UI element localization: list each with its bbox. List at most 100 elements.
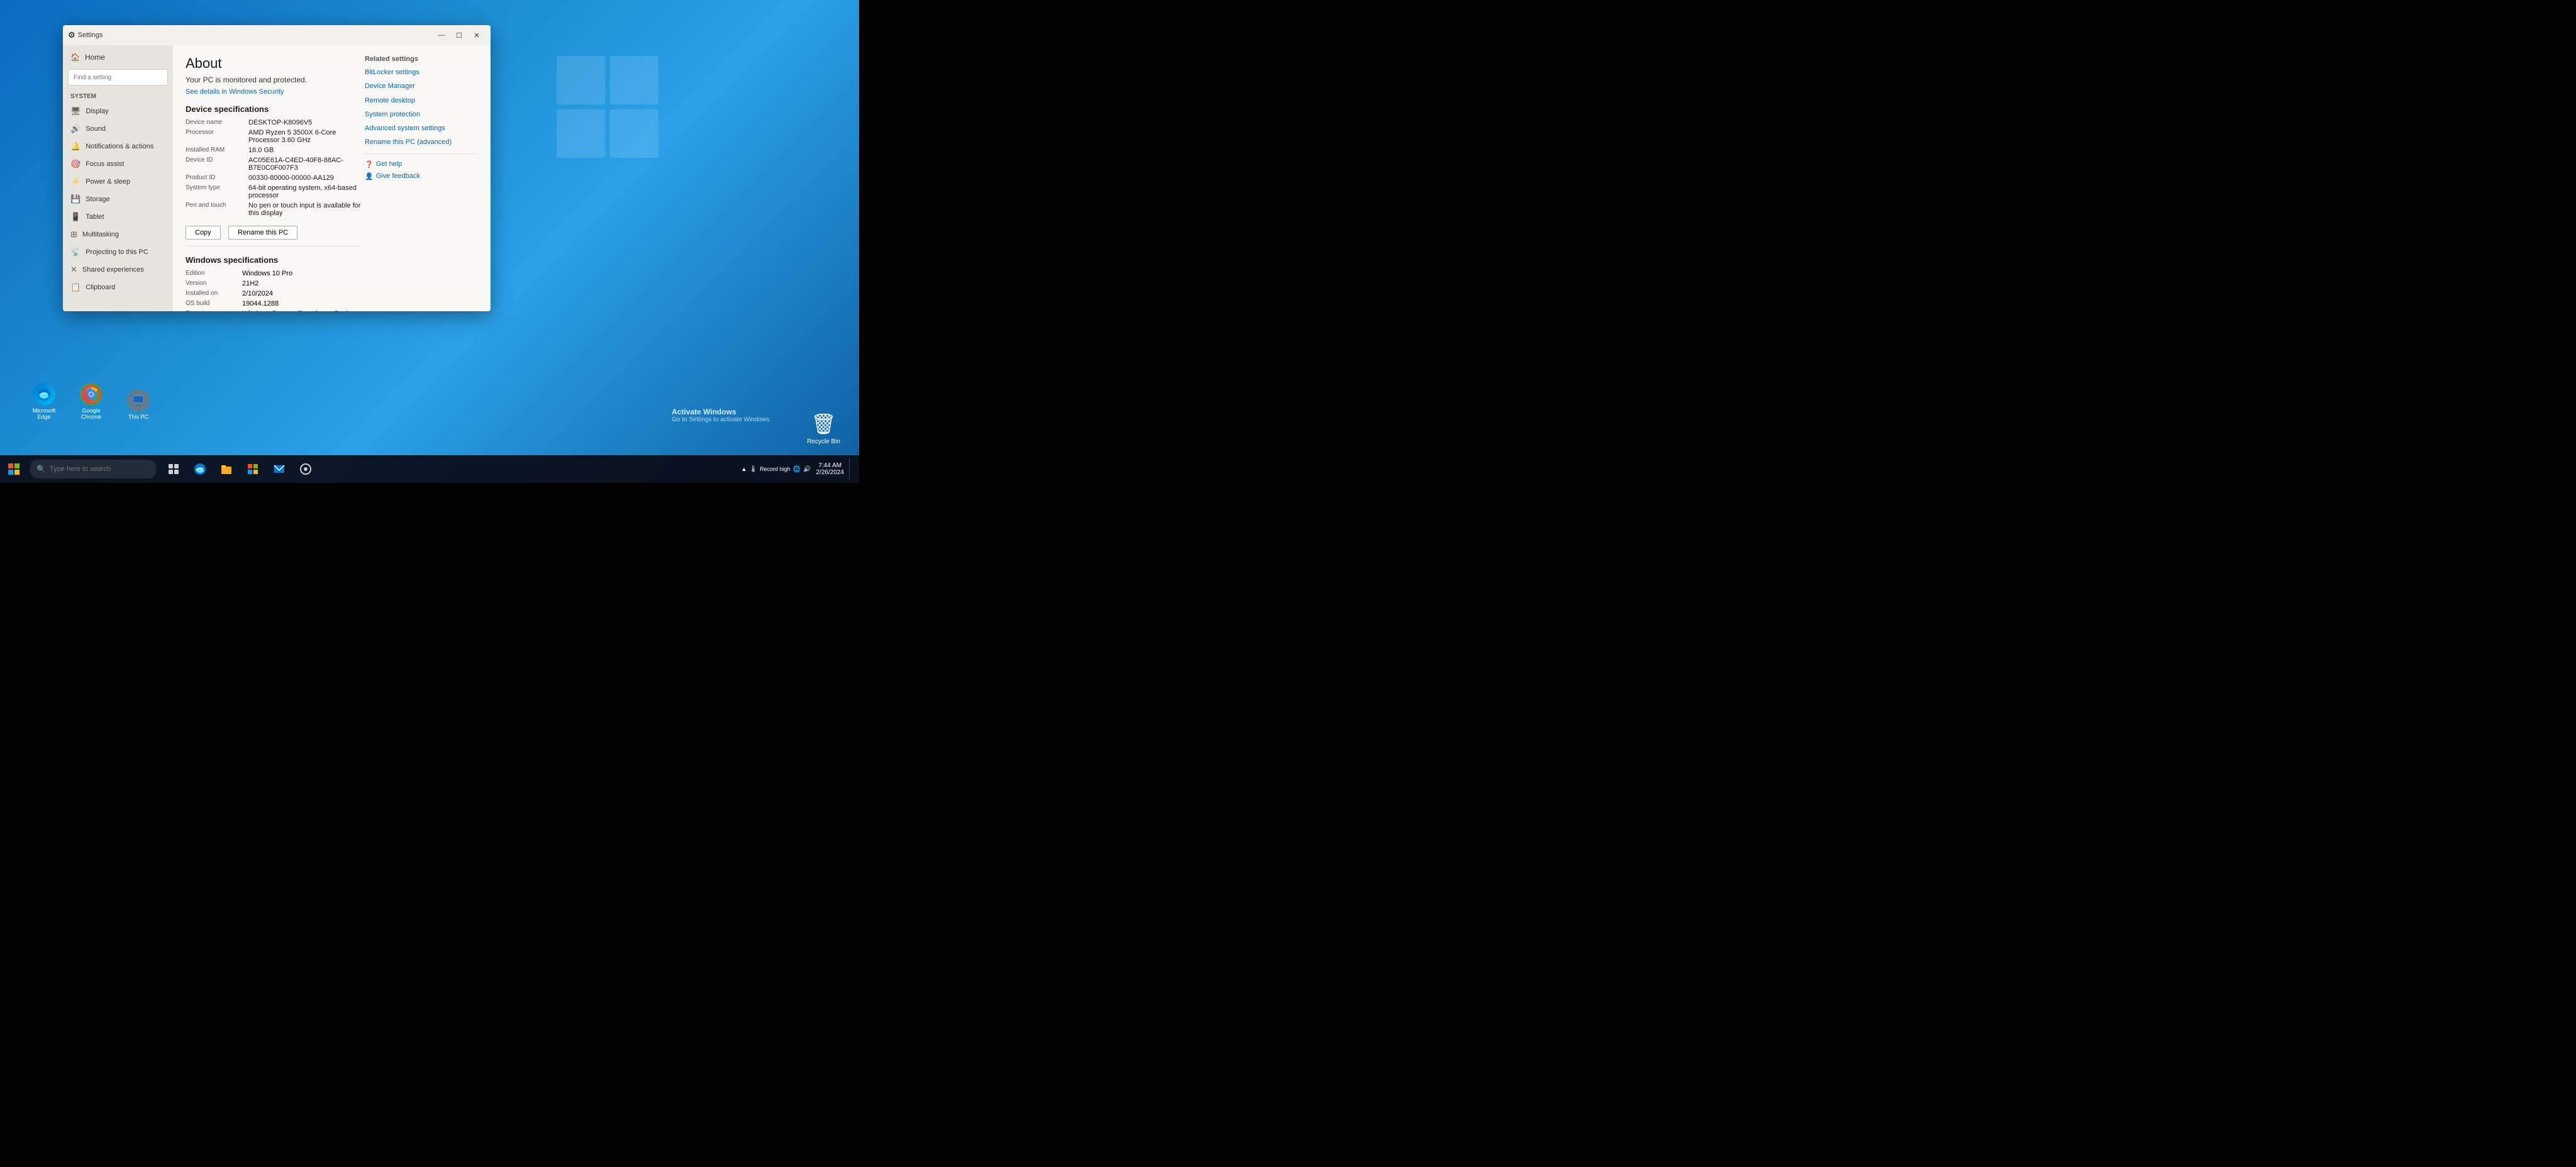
os-build-value: 19044.1288 <box>242 300 279 307</box>
maximize-button[interactable]: ☐ <box>450 26 468 44</box>
sidebar-item-focus-assist[interactable]: 🎯 Focus assist <box>63 155 173 173</box>
chevron-up-icon[interactable]: ▲ <box>741 466 747 472</box>
storage-icon: 💾 <box>70 194 80 204</box>
start-button[interactable] <box>0 455 28 483</box>
spec-row-product-id: Product ID 00330-80000-00000-AA129 <box>186 174 362 182</box>
help-icon: ❓ <box>365 160 374 169</box>
settings-body: 🏠 Home System 🖥 Display 🔊 Sound 🔔 <box>63 45 491 311</box>
system-type-label: System type <box>186 184 248 199</box>
ram-value: 16.0 GB <box>248 147 274 154</box>
sidebar-item-notifications[interactable]: 🔔 Notifications & actions <box>63 138 173 155</box>
pen-touch-label: Pen and touch <box>186 202 248 217</box>
shared-icon: ✕ <box>70 265 77 275</box>
taskbar-mail[interactable] <box>267 455 292 483</box>
system-section-label: System <box>63 88 173 102</box>
remote-desktop-link[interactable]: Remote desktop <box>365 96 478 105</box>
spec-row-device-id: Device ID AC05E61A-C4ED-40F8-88AC-B7E0C0… <box>186 157 362 172</box>
advanced-system-settings-link[interactable]: Advanced system settings <box>365 124 478 133</box>
device-name-value: DESKTOP-K8096V5 <box>248 119 312 126</box>
see-details-link[interactable]: See details in Windows Security <box>186 88 284 96</box>
power-icon: ⚡ <box>70 177 80 187</box>
display-icon: 🖥 <box>70 106 81 116</box>
sidebar-item-storage[interactable]: 💾 Storage <box>63 191 173 208</box>
spec-row-device-name: Device name DESKTOP-K8096V5 <box>186 119 362 126</box>
version-label: Version <box>186 280 242 287</box>
taskbar-edge[interactable] <box>187 455 213 483</box>
spec-row-pen-touch: Pen and touch No pen or touch input is a… <box>186 202 362 217</box>
experience-label: Experience <box>186 310 242 311</box>
bitlocker-settings-link[interactable]: BitLocker settings <box>365 68 478 77</box>
settings-window-title: Settings <box>78 31 433 39</box>
edition-label: Edition <box>186 270 242 277</box>
volume-icon[interactable]: 🔊 <box>803 466 811 473</box>
taskbar-search-box[interactable]: 🔍 <box>30 460 156 478</box>
desktop-icon-edge[interactable]: Microsoft Edge <box>25 383 63 420</box>
settings-window: ⚙ Settings — ☐ ✕ 🏠 Home System <box>63 25 491 311</box>
copy-button[interactable]: Copy <box>186 226 221 240</box>
tablet-icon: 📱 <box>70 212 80 222</box>
desktop-icon-this-pc[interactable]: This PC <box>119 389 157 420</box>
get-help-link[interactable]: ❓ Get help <box>365 160 478 169</box>
win-spec-row-version: Version 21H2 <box>186 280 362 287</box>
windows-logo-watermark <box>551 50 664 163</box>
settings-sidebar: 🏠 Home System 🖥 Display 🔊 Sound 🔔 <box>63 45 173 311</box>
related-settings-title: Related settings <box>365 55 478 63</box>
sidebar-item-power[interactable]: ⚡ Power & sleep <box>63 173 173 191</box>
device-specs-title: Device specifications <box>186 104 362 114</box>
taskbar: 🔍 <box>0 455 859 483</box>
win-spec-row-os-build: OS build 19044.1288 <box>186 300 362 307</box>
taskbar-file-explorer[interactable] <box>214 455 239 483</box>
sidebar-home[interactable]: 🏠 Home <box>63 48 173 67</box>
feedback-icon: 👤 <box>365 172 374 180</box>
device-name-label: Device name <box>186 119 248 126</box>
taskbar-settings-app[interactable] <box>293 455 318 483</box>
sidebar-item-display[interactable]: 🖥 Display <box>63 102 173 120</box>
desktop-icons: Microsoft Edge Google Chrome <box>25 383 157 420</box>
recycle-bin-icon[interactable]: 🗑 Recycle Bin <box>807 412 840 445</box>
win-spec-row-installed: Installed on 2/10/2024 <box>186 290 362 297</box>
device-manager-link[interactable]: Device Manager <box>365 82 478 91</box>
desktop-icon-chrome[interactable]: Google Chrome <box>72 383 110 420</box>
sidebar-item-projecting[interactable]: 📡 Projecting to this PC <box>63 243 173 261</box>
minimize-button[interactable]: — <box>433 26 450 44</box>
sidebar-item-tablet[interactable]: 📱 Tablet <box>63 208 173 226</box>
sidebar-item-multitasking[interactable]: ⊞ Multitasking <box>63 226 173 243</box>
experience-value: Windows Feature Experience Pack 120.2212… <box>242 310 362 311</box>
give-feedback-link[interactable]: 👤 Give feedback <box>365 172 478 180</box>
home-icon: 🏠 <box>70 53 80 62</box>
related-settings-panel: Related settings BitLocker settings Devi… <box>365 55 478 184</box>
sidebar-search-box <box>68 69 168 86</box>
notifications-icon: 🔔 <box>70 141 80 152</box>
sidebar-item-shared-experiences[interactable]: ✕ Shared experiences <box>63 261 173 279</box>
close-button[interactable]: ✕ <box>468 26 486 44</box>
sidebar-item-clipboard[interactable]: 📋 Clipboard <box>63 279 173 296</box>
device-id-label: Device ID <box>186 157 248 172</box>
temp-label: Record high <box>760 466 791 472</box>
rename-pc-advanced-link[interactable]: Rename this PC (advanced) <box>365 138 478 147</box>
ram-label: Installed RAM <box>186 147 248 154</box>
network-icon[interactable]: 🌐 <box>793 466 801 473</box>
system-protection-link[interactable]: System protection <box>365 110 478 119</box>
sidebar-search-input[interactable] <box>68 69 168 86</box>
show-desktop-button[interactable] <box>849 458 853 480</box>
win-specs-title: Windows specifications <box>186 255 362 265</box>
edition-value: Windows 10 Pro <box>242 270 292 277</box>
device-specs-table: Device name DESKTOP-K8096V5 Processor AM… <box>186 119 362 217</box>
spec-row-ram: Installed RAM 16.0 GB <box>186 147 362 154</box>
settings-window-icon: ⚙ <box>68 30 75 40</box>
installed-on-label: Installed on <box>186 290 242 297</box>
rename-pc-button[interactable]: Rename this PC <box>228 226 297 240</box>
search-icon: 🔍 <box>36 465 46 473</box>
desktop: Activate Windows Go to Settings to activ… <box>0 0 859 483</box>
system-tray-icons: ▲ 🌡 Record high 🌐 🔊 <box>741 466 811 473</box>
win-spec-row-edition: Edition Windows 10 Pro <box>186 270 362 277</box>
taskbar-store[interactable] <box>240 455 265 483</box>
settings-titlebar: ⚙ Settings — ☐ ✕ <box>63 25 491 45</box>
spec-row-processor: Processor AMD Ryzen 5 3500X 6-Core Proce… <box>186 129 362 144</box>
sidebar-item-sound[interactable]: 🔊 Sound <box>63 120 173 138</box>
device-id-value: AC05E61A-C4ED-40F8-88AC-B7E0C0F007F3 <box>248 157 362 172</box>
taskbar-clock[interactable]: 7:44 AM 2/26/2024 <box>816 462 845 476</box>
taskbar-task-view[interactable] <box>161 455 186 483</box>
taskbar-search-input[interactable] <box>50 465 150 473</box>
win-spec-row-experience: Experience Windows Feature Experience Pa… <box>186 310 362 311</box>
